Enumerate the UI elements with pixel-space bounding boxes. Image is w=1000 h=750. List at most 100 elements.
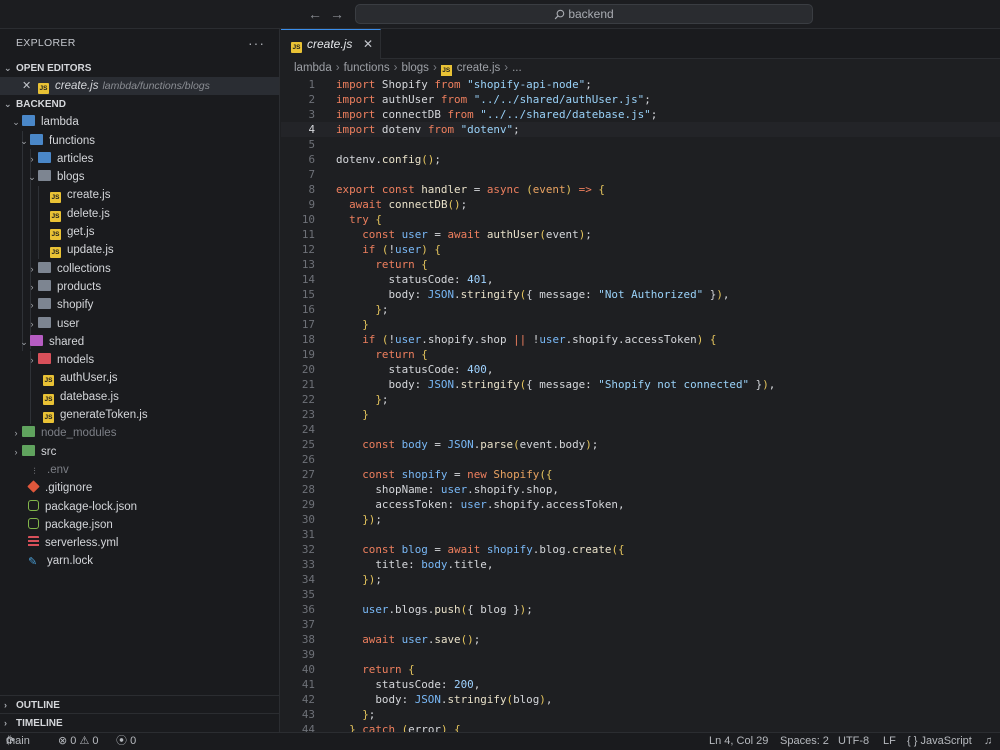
tab-create-js[interactable]: JS create.js ✕: [281, 29, 381, 59]
tree-folder-user[interactable]: › user: [0, 315, 279, 333]
folder-icon: [38, 279, 51, 291]
tree-label: node_modules: [41, 427, 117, 440]
line-number: 7: [308, 168, 315, 181]
chevron-right-icon: ›: [30, 263, 34, 274]
code-line: 6 dotenv.config();: [281, 152, 1000, 167]
breadcrumb-item[interactable]: blogs: [401, 62, 429, 74]
tree-label: functions: [49, 134, 96, 147]
error-icon: ⊗: [58, 735, 68, 747]
tree-file-datebase[interactable]: JS datebase.js: [0, 388, 279, 406]
timeline-section[interactable]: › TIMELINE: [0, 713, 280, 731]
tree-file-gitignore[interactable]: .gitignore: [0, 479, 279, 497]
end-of-line[interactable]: LF: [883, 733, 896, 750]
code-line: 3 import connectDB from "../../shared/dat…: [281, 107, 1000, 122]
chevron-right-icon: ›: [14, 428, 18, 439]
code-line: 40 return {: [281, 662, 1000, 677]
line-number: 43: [301, 708, 315, 721]
js-file-icon: JS: [50, 192, 61, 204]
code-text: };: [375, 303, 389, 316]
open-editors-label: OPEN EDITORS: [16, 63, 92, 74]
cursor-position[interactable]: Ln 4, Col 29: [709, 733, 768, 750]
line-number: 21: [301, 378, 315, 391]
line-number: 16: [301, 303, 315, 316]
tree-folder-lambda[interactable]: ⌄ lambda: [0, 113, 279, 131]
tree-file-package-lock[interactable]: package-lock.json: [0, 498, 279, 516]
tree-file-authuser[interactable]: JS authUser.js: [0, 369, 279, 387]
code-text: });: [362, 513, 382, 526]
language-mode[interactable]: { } JavaScript: [907, 733, 972, 750]
command-center-search[interactable]: backend: [355, 4, 813, 24]
code-text: user.blogs.push({ blog });: [362, 603, 533, 616]
notifications-icon[interactable]: ♫: [984, 733, 992, 750]
code-line: 29 accessToken: user.shopify.accessToken…: [281, 497, 1000, 512]
folder-icon: [38, 151, 51, 163]
chevron-down-icon: ⌄: [12, 117, 20, 128]
close-icon[interactable]: ✕: [363, 30, 373, 59]
tree-file-delete[interactable]: JS delete.js: [0, 205, 279, 223]
tree-folder-node-modules[interactable]: › node_modules: [0, 424, 279, 442]
tree-file-get[interactable]: JS get.js: [0, 223, 279, 241]
ports-status[interactable]: ⦿ 0: [116, 733, 136, 750]
tree-file-yarn-lock[interactable]: ✎ yarn.lock: [0, 552, 279, 570]
open-editors-section[interactable]: ⌄ OPEN EDITORS: [0, 59, 279, 77]
close-icon[interactable]: ✕: [22, 77, 34, 95]
chevron-right-icon: ›: [4, 718, 7, 728]
backend-section[interactable]: ⌄ BACKEND: [0, 95, 279, 113]
code-text: await user.save();: [362, 633, 481, 646]
back-arrow-icon[interactable]: ←: [307, 6, 323, 22]
breadcrumb-item[interactable]: create.js: [457, 62, 500, 74]
tree-folder-src[interactable]: › src: [0, 443, 279, 461]
problems-status[interactable]: ⊗ 0 ⚠ 0: [58, 733, 99, 750]
tree-label: create.js: [67, 189, 111, 202]
code-line: 25 const body = JSON.parse(event.body);: [281, 437, 1000, 452]
tree-file-create[interactable]: JS create.js: [0, 186, 279, 204]
chevron-right-icon: ›: [14, 446, 18, 457]
tree-folder-functions[interactable]: ⌄ functions: [0, 132, 279, 150]
tree-folder-articles[interactable]: › articles: [0, 150, 279, 168]
tree-folder-shared[interactable]: ⌄ shared: [0, 333, 279, 351]
folder-icon: [30, 133, 43, 145]
outline-section[interactable]: › OUTLINE: [0, 695, 280, 713]
line-number: 31: [301, 528, 315, 541]
tree-file-serverless[interactable]: serverless.yml: [0, 534, 279, 552]
breadcrumb-item[interactable]: ...: [512, 62, 522, 74]
code-editor[interactable]: 1 import Shopify from "shopify-api-node";…: [281, 77, 1000, 732]
code-text: dotenv.config();: [336, 153, 441, 166]
branch-status[interactable]: ᚴ main ⟳: [6, 733, 30, 750]
breadcrumb-item[interactable]: lambda: [294, 62, 332, 74]
line-number: 41: [301, 678, 315, 691]
code-line-current: 4 import dotenv from "dotenv";: [281, 122, 1000, 137]
code-line: 33 title: body.title,: [281, 557, 1000, 572]
tree-file-update[interactable]: JS update.js: [0, 241, 279, 259]
indentation[interactable]: Spaces: 2: [780, 733, 829, 750]
breadcrumb: lambda › functions › blogs › JS create.js ›...: [281, 59, 1000, 77]
code-line: 26: [281, 452, 1000, 467]
yaml-file-icon: [28, 536, 39, 548]
code-line: 30 });: [281, 512, 1000, 527]
chevron-right-icon: ›: [30, 355, 34, 366]
line-number: 34: [301, 573, 315, 586]
tree-folder-blogs[interactable]: ⌄ blogs: [0, 168, 279, 186]
tree-label: lambda: [41, 116, 79, 129]
code-line: 35: [281, 587, 1000, 602]
outline-label: OUTLINE: [16, 700, 60, 711]
code-line: 43 };: [281, 707, 1000, 722]
tree-folder-products[interactable]: › products: [0, 278, 279, 296]
js-file-icon: JS: [43, 412, 54, 424]
tree-folder-collections[interactable]: › collections: [0, 260, 279, 278]
code-line: 24: [281, 422, 1000, 437]
tree-file-package[interactable]: package.json: [0, 516, 279, 534]
tree-file-generatetoken[interactable]: JS generateToken.js: [0, 406, 279, 424]
more-actions-icon[interactable]: ···: [248, 29, 265, 58]
encoding[interactable]: UTF-8: [838, 733, 869, 750]
tree-folder-shopify[interactable]: › shopify: [0, 296, 279, 314]
js-file-icon: JS: [38, 83, 49, 94]
code-text: });: [362, 573, 382, 586]
broadcast-icon: ⦿: [116, 735, 127, 747]
forward-arrow-icon[interactable]: →: [329, 6, 345, 22]
tree-folder-models[interactable]: › models: [0, 351, 279, 369]
open-editor-item[interactable]: ✕ JS create.js lambda/functions/blogs: [0, 77, 279, 96]
breadcrumb-item[interactable]: functions: [344, 62, 390, 74]
folder-icon: [22, 444, 35, 456]
tree-file-env[interactable]: ⫶ .env: [0, 461, 279, 479]
